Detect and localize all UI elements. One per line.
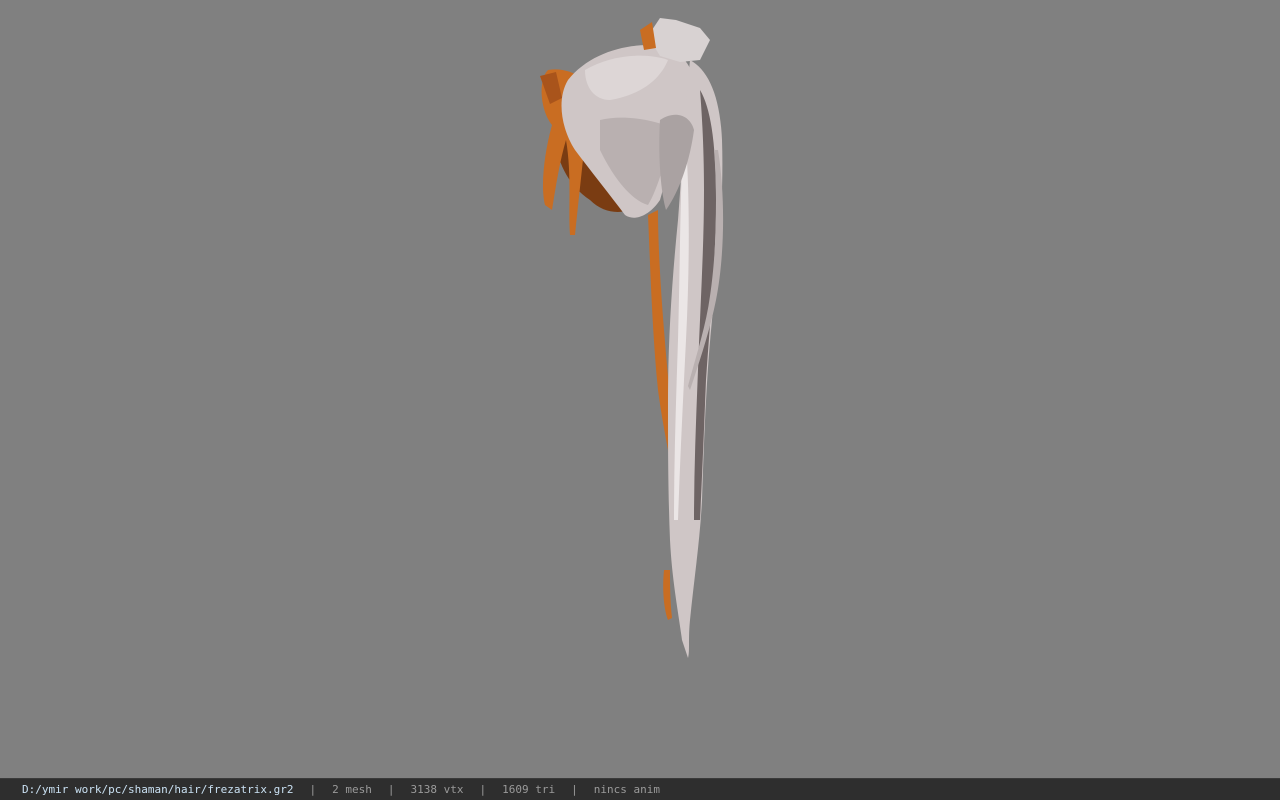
animation-status: nincs anim — [593, 783, 660, 796]
status-separator: | — [309, 783, 317, 796]
status-separator: | — [571, 783, 578, 796]
triangle-count: 1609 tri — [502, 783, 556, 796]
status-bar: D:/ymir work/pc/shaman/hair/frezatrix.gr… — [0, 778, 1280, 800]
hair-orange-tip-strand — [663, 570, 672, 620]
vertex-count: 3138 vtx — [410, 783, 464, 796]
file-path: D:/ymir work/pc/shaman/hair/frezatrix.gr… — [22, 783, 294, 796]
mesh-count: 2 mesh — [332, 783, 372, 796]
hair-model-render — [540, 18, 724, 658]
status-separator: | — [387, 783, 395, 796]
3d-viewport[interactable] — [0, 0, 1280, 778]
status-separator: | — [479, 783, 487, 796]
